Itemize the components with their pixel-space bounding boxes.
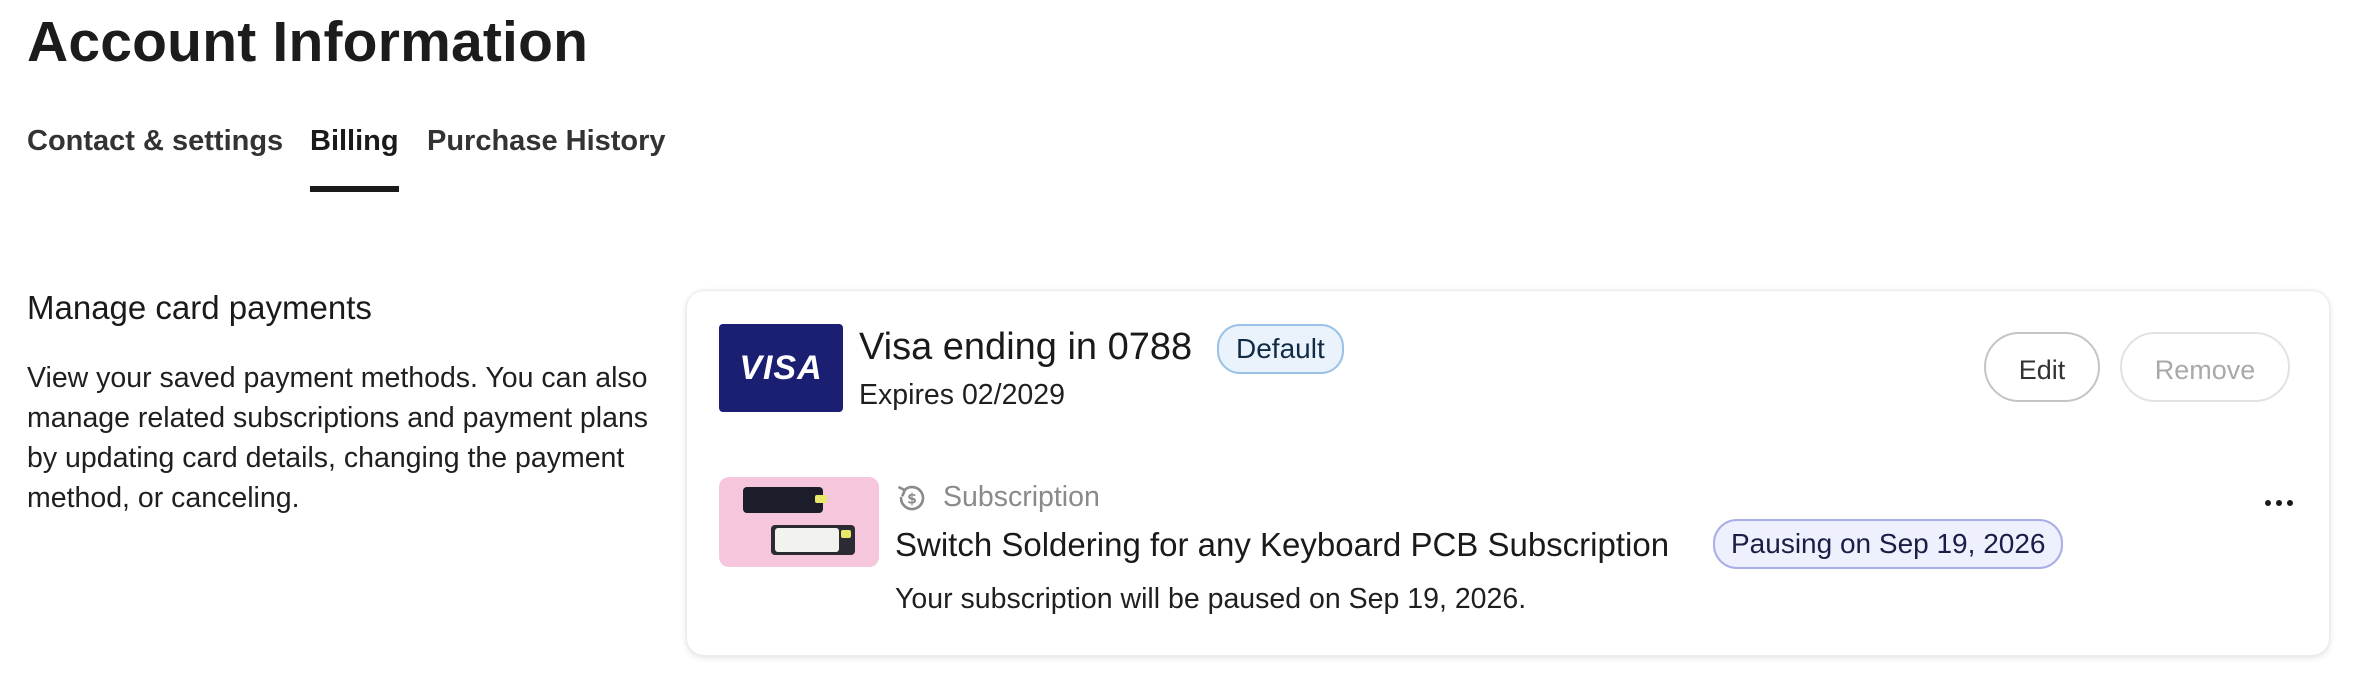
more-horizontal-icon-dot xyxy=(2287,500,2293,506)
keyboard-dark-image xyxy=(743,487,823,513)
tab-billing[interactable]: Billing xyxy=(310,116,399,192)
subscription-thumbnail xyxy=(719,477,879,567)
remove-button: Remove xyxy=(2120,332,2290,402)
subscription-dollar-icon: $ xyxy=(898,485,925,511)
subscription-status-text: Your subscription will be paused on Sep … xyxy=(895,583,1527,615)
card-expiry: Expires 02/2029 xyxy=(859,379,1065,411)
default-badge: Default xyxy=(1217,324,1344,374)
keyboard-light-keys xyxy=(775,528,839,552)
svg-text:$: $ xyxy=(907,492,917,508)
active-tab-indicator xyxy=(310,186,399,192)
edit-button[interactable]: Edit xyxy=(1984,332,2100,402)
page-title: Account Information xyxy=(27,10,589,74)
section-title: Manage card payments xyxy=(27,289,372,326)
tab-billing-label: Billing xyxy=(310,125,399,157)
section-description: View your saved payment methods. You can… xyxy=(27,362,649,514)
card-name: Visa ending in 0788 xyxy=(859,326,1193,368)
subscription-name: Switch Soldering for any Keyboard PCB Su… xyxy=(895,526,1670,563)
keyboard-dark-accent-key xyxy=(815,495,827,503)
more-horizontal-icon xyxy=(2265,500,2271,506)
visa-logo: VISA xyxy=(719,324,843,412)
more-horizontal-icon-dot xyxy=(2276,500,2282,506)
more-options-button[interactable] xyxy=(2255,487,2303,519)
pausing-status-badge: Pausing on Sep 19, 2026 xyxy=(1713,519,2064,569)
tab-purchase-history[interactable]: Purchase History xyxy=(427,116,666,166)
keyboard-light-accent-key xyxy=(841,530,851,538)
tab-contact-settings[interactable]: Contact & settings xyxy=(27,116,283,166)
payment-card-panel: VISA Visa ending in 0788 Default Expires… xyxy=(686,290,2330,656)
subscription-type-label: Subscription xyxy=(943,481,1100,513)
